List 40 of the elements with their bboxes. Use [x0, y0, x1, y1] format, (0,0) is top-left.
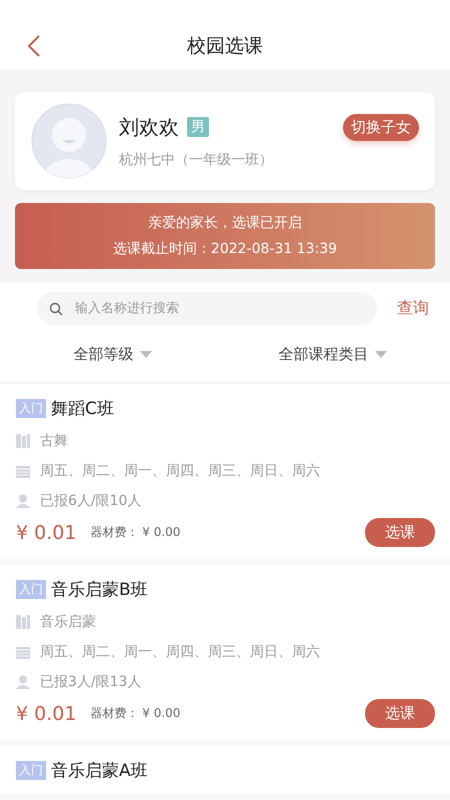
back-icon[interactable]: [27, 34, 41, 58]
person-icon: [16, 494, 30, 508]
search-field[interactable]: 输入名称进行搜索: [37, 292, 377, 325]
course-days: 周五、周二、周一、周四、周三、周日、周六: [40, 643, 320, 661]
avatar-icon: [31, 103, 107, 179]
caret-icon: [140, 350, 152, 358]
school-class: 杭州七中（一年级一班）: [119, 150, 274, 168]
enrollment-count: 已报6人/限10人: [40, 492, 142, 510]
filter-dropdown[interactable]: 全部课程类目: [272, 344, 392, 364]
deadline-text: 选课截止时间：2022-08-31 13:39: [112, 240, 338, 258]
gender-tag: 男: [187, 117, 209, 137]
switch-child-button[interactable]: 切换子女: [343, 114, 419, 141]
course-name: 舞蹈C班: [51, 398, 114, 420]
level-tag: 入门: [16, 580, 46, 599]
course-category: 音乐启蒙: [40, 613, 96, 631]
query-button[interactable]: 查询: [391, 298, 435, 319]
notice-text: 亲爱的家长，选课已开启: [148, 214, 302, 232]
course-days: 周五、周二、周一、周四、周三、周日、周六: [40, 462, 320, 480]
select-course-button[interactable]: 选课: [365, 518, 435, 547]
material-fee: 器材费： ¥ 0.00: [90, 705, 182, 722]
calendar-icon: [16, 464, 30, 478]
search-icon: [49, 302, 63, 316]
level-tag: 入门: [16, 399, 46, 418]
calendar-icon: [16, 646, 30, 658]
material-fee: 器材费： ¥ 0.00: [90, 524, 182, 541]
select-course-button[interactable]: 选课: [365, 699, 435, 728]
enrollment-count: 已报3人/限13人: [40, 673, 142, 691]
course-price: ¥ 0.01: [16, 522, 76, 544]
person-icon: [16, 675, 30, 689]
level-tag: 入门: [16, 761, 46, 780]
caret-icon: [374, 350, 386, 358]
course-price: ¥ 0.01: [16, 702, 76, 724]
filter-dropdown[interactable]: 全部等级: [68, 344, 158, 364]
book-icon: [16, 615, 30, 629]
student-name: 刘欢欢: [119, 114, 179, 140]
course-name: 音乐启蒙B班: [51, 579, 148, 601]
book-icon: [16, 434, 30, 448]
course-category: 古舞: [40, 432, 68, 450]
page-title: 校园选课: [187, 34, 263, 59]
course-name: 音乐启蒙A班: [51, 760, 148, 782]
